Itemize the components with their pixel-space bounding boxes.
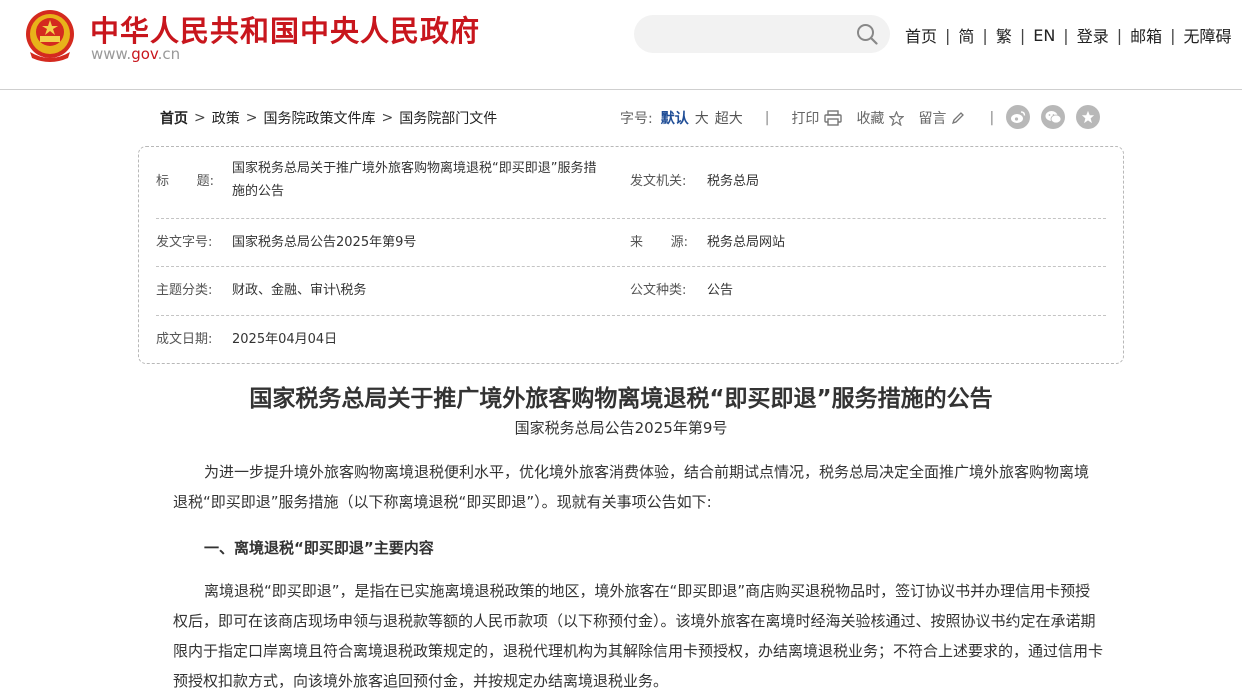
breadcrumb-arrow: > [245, 110, 258, 126]
article-paragraph: 离境退税“即买即退”，是指在已实施离境退税政策的地区，境外旅客在“即买即退”商店… [173, 582, 1104, 690]
font-size-default[interactable]: 默认 [661, 108, 689, 128]
site-header: 中华人民共和国中央人民政府 www.gov.cn 首页 | 简 | 繁 | EN | 登… [0, 0, 1242, 90]
meta-title-label: 标 题: [156, 170, 214, 193]
print-button[interactable]: 打印 [791, 108, 843, 128]
print-label: 打印 [791, 111, 820, 127]
domain-prefix: www. [91, 45, 132, 63]
nav-accessibility[interactable]: 无障碍 [1184, 23, 1232, 47]
domain-suffix: .cn [157, 45, 181, 63]
meta-title-value: 国家税务总局关于推广境外旅客购物离境退税“即买即退”服务措 施的公告 [232, 157, 627, 203]
comment-button[interactable]: 留言 [918, 108, 965, 128]
star-icon [1081, 110, 1095, 124]
top-nav: 首页 | 简 | 繁 | EN | 登录 | 邮箱 | 无障碍 [905, 23, 1232, 47]
article-section-heading: 一、离境退税“即买即退”主要内容 [204, 539, 434, 557]
nav-separator: | [1019, 25, 1026, 45]
meta-type-value: 公告 [707, 283, 734, 298]
breadcrumb-home[interactable]: 首页 [160, 108, 188, 128]
nav-simplified[interactable]: 简 [958, 23, 974, 47]
breadcrumb: 首页 > 政策 > 国务院政策文件库 > 国务院部门文件 [160, 108, 497, 128]
breadcrumb-policy[interactable]: 政策 [212, 108, 240, 128]
comment-label: 留言 [918, 111, 947, 127]
article-paragraph: 为进一步提升境外旅客购物离境退税便利水平，优化境外旅客消费体验，结合前期试点情况… [173, 463, 1090, 511]
domain-gov: gov [131, 45, 158, 63]
nav-english[interactable]: EN [1033, 26, 1055, 45]
printer-icon [824, 110, 843, 126]
nav-separator: | [1170, 25, 1176, 45]
label-part: 题: [196, 174, 214, 189]
label-part: 来 [630, 235, 644, 250]
document-metadata-box: 标 题: 国家税务总局关于推广境外旅客购物离境退税“即买即退”服务措 施的公告 发… [138, 146, 1124, 364]
article-title: 国家税务总局关于推广境外旅客购物离境退税“即买即退”服务措施的公告 [249, 386, 993, 412]
wechat-icon [1045, 111, 1061, 124]
nav-separator: | [1116, 25, 1123, 45]
weibo-icon [1011, 111, 1026, 123]
meta-row-topic: 主题分类: 财政、金融、审计\税务 公文种类: 公告 [156, 267, 1106, 316]
label-part: 源: [670, 235, 688, 250]
nav-separator: | [1063, 25, 1069, 45]
share-buttons [1006, 105, 1111, 129]
wechat-share-button[interactable] [1041, 105, 1065, 129]
search-icon[interactable] [856, 23, 878, 45]
meta-row-title: 标 题: 国家税务总局关于推广境外旅客购物离境退税“即买即退”服务措 施的公告 发… [156, 147, 1106, 219]
meta-topic-value: 财政、金融、审计\税务 [232, 283, 367, 298]
breadcrumb-policy-library[interactable]: 国务院政策文件库 [263, 108, 375, 128]
tools-separator: | [764, 110, 770, 126]
title-value-line: 施的公告 [232, 184, 285, 199]
star-outline-icon [889, 110, 905, 126]
pencil-icon [952, 112, 965, 125]
meta-date-value: 2025年04月04日 [232, 332, 338, 347]
meta-topic-label: 主题分类: [156, 283, 213, 298]
font-size-label: 字号: [620, 111, 653, 127]
article-subtitle: 国家税务总局公告2025年第9号 [514, 419, 728, 437]
nav-separator: | [945, 25, 951, 45]
article-tools: 字号: 默认 大 超大 | 打印 收藏 留言 | [620, 108, 994, 128]
breadcrumb-arrow: > [381, 110, 394, 126]
font-size-large[interactable]: 大 [695, 108, 709, 128]
nav-home[interactable]: 首页 [905, 23, 937, 47]
label-part: 标 [156, 174, 170, 189]
meta-source-value: 税务总局网站 [707, 235, 786, 250]
nav-login[interactable]: 登录 [1077, 23, 1109, 47]
meta-issuer-label: 发文机关: [630, 174, 687, 189]
meta-row-date: 成文日期: 2025年04月04日 [156, 316, 1106, 364]
meta-source-label: 来 源: [630, 231, 688, 254]
weibo-share-button[interactable] [1006, 105, 1030, 129]
nav-separator: | [982, 25, 988, 45]
tools-separator: | [989, 110, 995, 126]
font-size-xlarge[interactable]: 超大 [715, 108, 743, 128]
search-input[interactable] [634, 15, 890, 53]
site-title[interactable]: 中华人民共和国中央人民政府 [90, 8, 480, 50]
nav-traditional[interactable]: 繁 [996, 23, 1012, 47]
favorite-button[interactable]: 收藏 [856, 108, 905, 128]
nav-mail[interactable]: 邮箱 [1130, 23, 1162, 47]
favorite-share-button[interactable] [1076, 105, 1100, 129]
meta-issuer-value: 税务总局 [707, 174, 760, 189]
meta-row-docno: 发文字号: 国家税务总局公告2025年第9号 来 源: 税务总局网站 [156, 219, 1106, 267]
meta-docno-label: 发文字号: [156, 235, 213, 250]
meta-docno-value: 国家税务总局公告2025年第9号 [232, 235, 417, 250]
breadcrumb-department-docs[interactable]: 国务院部门文件 [399, 108, 497, 128]
meta-type-label: 公文种类: [630, 283, 687, 298]
title-value-line: 国家税务总局关于推广境外旅客购物离境退税“即买即退”服务措 [232, 161, 597, 176]
site-domain: www.gov.cn [91, 45, 180, 63]
national-emblem-icon[interactable] [24, 8, 76, 64]
meta-date-label: 成文日期: [156, 332, 213, 347]
favorite-label: 收藏 [856, 111, 885, 127]
breadcrumb-arrow: > [194, 110, 206, 126]
